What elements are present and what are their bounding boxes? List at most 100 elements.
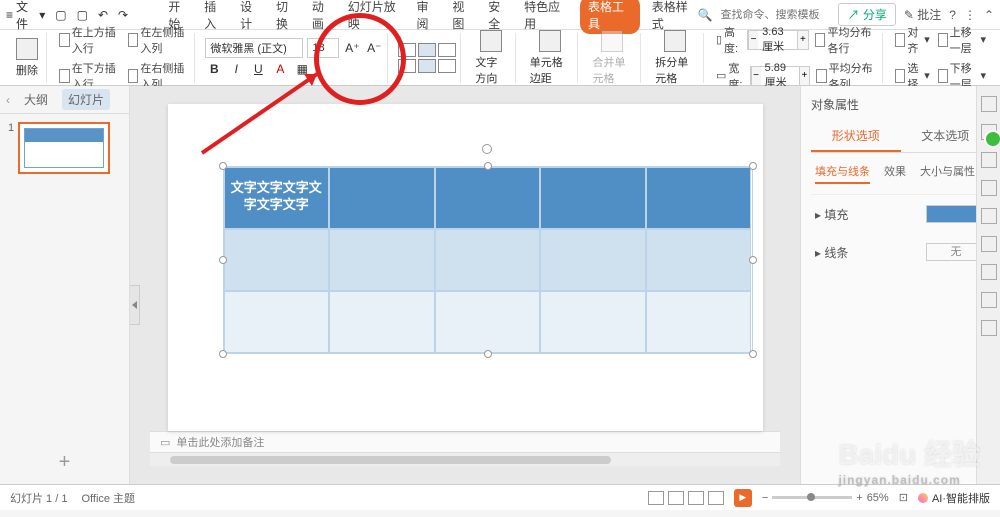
notes-bar[interactable]: ▭单击此处添加备注	[150, 431, 780, 452]
zoom-control[interactable]: − + 65%	[762, 492, 889, 504]
menu-insert[interactable]: 插入	[202, 0, 228, 36]
command-search[interactable]	[720, 9, 830, 21]
cell-margin[interactable]: 单元格边距	[526, 30, 574, 86]
tab-slides[interactable]: 幻灯片	[62, 89, 110, 110]
align-right[interactable]	[438, 59, 456, 73]
table-cell[interactable]	[329, 167, 435, 229]
collapse-left[interactable]	[130, 285, 140, 325]
align-center[interactable]	[418, 59, 436, 73]
thumbnail-1[interactable]: 1	[8, 122, 121, 174]
help-icon[interactable]: ?	[949, 8, 956, 22]
delete-button[interactable]: 删除	[12, 38, 42, 78]
bold-button[interactable]: B	[205, 60, 223, 78]
quick-action-2[interactable]: ▢	[77, 8, 88, 22]
fill-row[interactable]: ▸ 填充	[811, 195, 990, 233]
tool-6[interactable]	[981, 236, 997, 252]
move-up[interactable]: 上移一层 ▾	[936, 23, 988, 57]
resize-handle[interactable]	[749, 256, 757, 264]
distribute-rows[interactable]: 平均分布各行	[813, 23, 879, 57]
resize-handle[interactable]	[484, 162, 492, 170]
add-slide-button[interactable]: +	[0, 441, 129, 484]
menu-animation[interactable]: 动画	[310, 0, 336, 36]
comment-button[interactable]: ✎ 批注	[904, 6, 941, 23]
horizontal-scrollbar[interactable]	[150, 452, 780, 466]
menu-transition[interactable]: 切换	[274, 0, 300, 36]
rotate-handle[interactable]	[482, 144, 492, 154]
slide-table[interactable]: 文字文字文字文字文字文字	[223, 166, 753, 354]
align-menu[interactable]: 对齐 ▾	[893, 23, 932, 57]
font-size-select[interactable]: 18	[307, 38, 339, 58]
table-cell[interactable]	[224, 291, 330, 353]
zoom-slider[interactable]	[772, 496, 852, 499]
height-input[interactable]: −3.63厘米+	[747, 30, 809, 50]
file-menu[interactable]: ≡ 文件 ▾	[6, 0, 45, 32]
increase-font[interactable]: A⁺	[343, 39, 361, 57]
table-cell[interactable]	[435, 291, 541, 353]
underline-button[interactable]: U	[249, 60, 267, 78]
slideshow-button[interactable]: ▶	[734, 489, 752, 507]
zoom-in[interactable]: +	[856, 492, 862, 504]
menu-slideshow[interactable]: 幻灯片放映	[346, 0, 405, 36]
menu-table-tools[interactable]: 表格工具	[580, 0, 640, 34]
table-cell[interactable]	[329, 229, 435, 291]
table-cell[interactable]	[540, 291, 646, 353]
table-cell[interactable]	[646, 291, 752, 353]
tool-9[interactable]	[981, 320, 997, 336]
text-direction[interactable]: 文字方向	[471, 30, 510, 86]
resize-handle[interactable]	[219, 350, 227, 358]
subtab-size[interactable]: 大小与属性	[920, 163, 975, 184]
notification-badge[interactable]	[984, 130, 1000, 148]
align-top[interactable]	[398, 43, 416, 57]
font-name-select[interactable]: 微软雅黑 (正文)	[205, 38, 303, 58]
subtab-effect[interactable]: 效果	[884, 163, 906, 184]
align-middle[interactable]	[418, 43, 436, 57]
slide[interactable]: 文字文字文字文字文字文字	[168, 104, 763, 431]
align-bottom[interactable]	[438, 43, 456, 57]
view-reading[interactable]	[708, 491, 724, 505]
quick-action-1[interactable]: ▢	[55, 8, 66, 22]
tool-8[interactable]	[981, 292, 997, 308]
table-cell[interactable]	[329, 291, 435, 353]
resize-handle[interactable]	[484, 350, 492, 358]
zoom-out[interactable]: −	[762, 492, 768, 504]
view-sorter[interactable]	[688, 491, 704, 505]
italic-button[interactable]: I	[227, 60, 245, 78]
resize-handle[interactable]	[749, 162, 757, 170]
tool-4[interactable]	[981, 180, 997, 196]
menu-design[interactable]: 设计	[238, 0, 264, 36]
table-cell[interactable]	[540, 167, 646, 229]
table-cell[interactable]: 文字文字文字文字文字文字	[224, 167, 330, 229]
tool-5[interactable]	[981, 208, 997, 224]
insert-row-above[interactable]: 在上方插入行	[57, 23, 122, 57]
search-icon[interactable]: 🔍	[698, 8, 713, 22]
insert-col-left[interactable]: 在左侧插入列	[126, 23, 191, 57]
resize-handle[interactable]	[219, 162, 227, 170]
resize-handle[interactable]	[749, 350, 757, 358]
table-cell[interactable]	[435, 167, 541, 229]
font-color-button[interactable]: A	[271, 60, 289, 78]
table-cell[interactable]	[435, 229, 541, 291]
tab-shape-options[interactable]: 形状选项	[811, 121, 901, 152]
table-cell[interactable]	[646, 229, 752, 291]
collapse-ribbon-icon[interactable]: ⌃	[984, 8, 994, 22]
tab-outline[interactable]: 大纲	[18, 89, 54, 110]
split-cells[interactable]: 拆分单元格	[651, 30, 699, 86]
decrease-font[interactable]: A⁻	[365, 39, 383, 57]
ai-layout-button[interactable]: AI·智能排版	[918, 490, 990, 506]
subtab-fill[interactable]: 填充与线条	[815, 163, 870, 184]
collapse-thumbs[interactable]: ‹	[6, 93, 10, 107]
menu-review[interactable]: 审阅	[414, 0, 440, 36]
table-cell[interactable]	[540, 229, 646, 291]
fit-button[interactable]: ⊡	[899, 491, 908, 504]
view-notes[interactable]	[648, 491, 664, 505]
align-left[interactable]	[398, 59, 416, 73]
more-icon[interactable]: ⋮	[964, 8, 976, 22]
table-cell[interactable]	[646, 167, 752, 229]
view-normal[interactable]	[668, 491, 684, 505]
line-row[interactable]: ▸ 线条无	[811, 233, 990, 271]
tool-7[interactable]	[981, 264, 997, 280]
quick-action-3[interactable]: ↶	[98, 8, 108, 22]
quick-action-4[interactable]: ↷	[118, 8, 128, 22]
table-cell[interactable]	[224, 229, 330, 291]
highlight-button[interactable]: ▦	[293, 60, 311, 78]
